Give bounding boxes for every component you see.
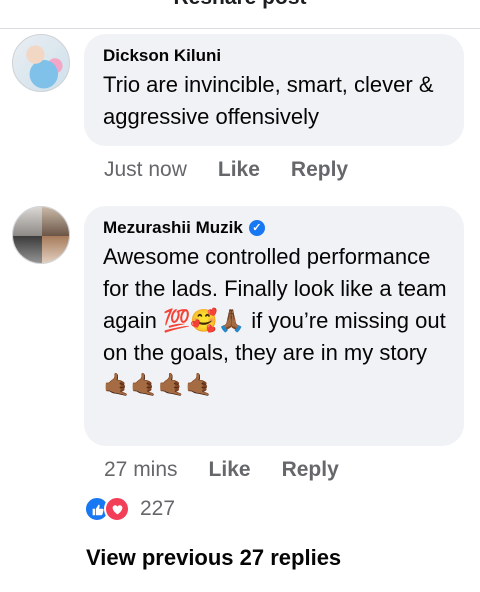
author-name[interactable]: Dickson Kiluni <box>103 45 221 67</box>
divider <box>0 28 480 29</box>
comment-author[interactable]: Dickson Kiluni <box>103 45 448 67</box>
comment-time[interactable]: Just now <box>104 158 187 182</box>
reply-button[interactable]: Reply <box>282 458 339 482</box>
verified-badge-icon: ✓ <box>248 220 265 236</box>
comment-time[interactable]: 27 mins <box>104 458 178 482</box>
reaction-count: 227 <box>140 497 176 520</box>
comment-author[interactable]: Mezurashii Muzik ✓ <box>103 217 448 239</box>
reply-button[interactable]: Reply <box>291 158 348 182</box>
view-previous-replies-link[interactable]: View previous 27 replies <box>86 545 341 571</box>
comment-actions: 27 mins Like Reply <box>104 458 339 482</box>
reactions-summary[interactable]: 227 <box>84 496 175 522</box>
avatar-photo-2 <box>42 207 69 236</box>
comment-text: Awesome controlled performance for the l… <box>103 241 448 369</box>
comment-bubble: Mezurashii Muzik ✓ Awesome controlled pe… <box>84 206 464 446</box>
comment-actions: Just now Like Reply <box>104 158 348 182</box>
like-button[interactable]: Like <box>209 458 251 482</box>
comment-text: Trio are invincible, smart, clever & agg… <box>103 72 434 129</box>
like-button[interactable]: Like <box>218 158 260 182</box>
avatar[interactable] <box>12 34 70 92</box>
heart-icon <box>104 496 130 522</box>
comment-emoji-line: 🤙🏾🤙🏾🤙🏾🤙🏾 <box>103 372 213 397</box>
avatar-photo-3 <box>13 236 42 263</box>
author-name[interactable]: Mezurashii Muzik <box>103 217 243 239</box>
comment-bubble: Dickson Kiluni Trio are invincible, smar… <box>84 34 464 146</box>
avatar-photo-1 <box>13 207 42 236</box>
post-title: Reshare post <box>0 0 480 10</box>
comment-emoji: 💯🥰🙏🏾 <box>162 308 246 333</box>
avatar[interactable] <box>12 206 70 264</box>
avatar-photo-4 <box>42 236 69 263</box>
